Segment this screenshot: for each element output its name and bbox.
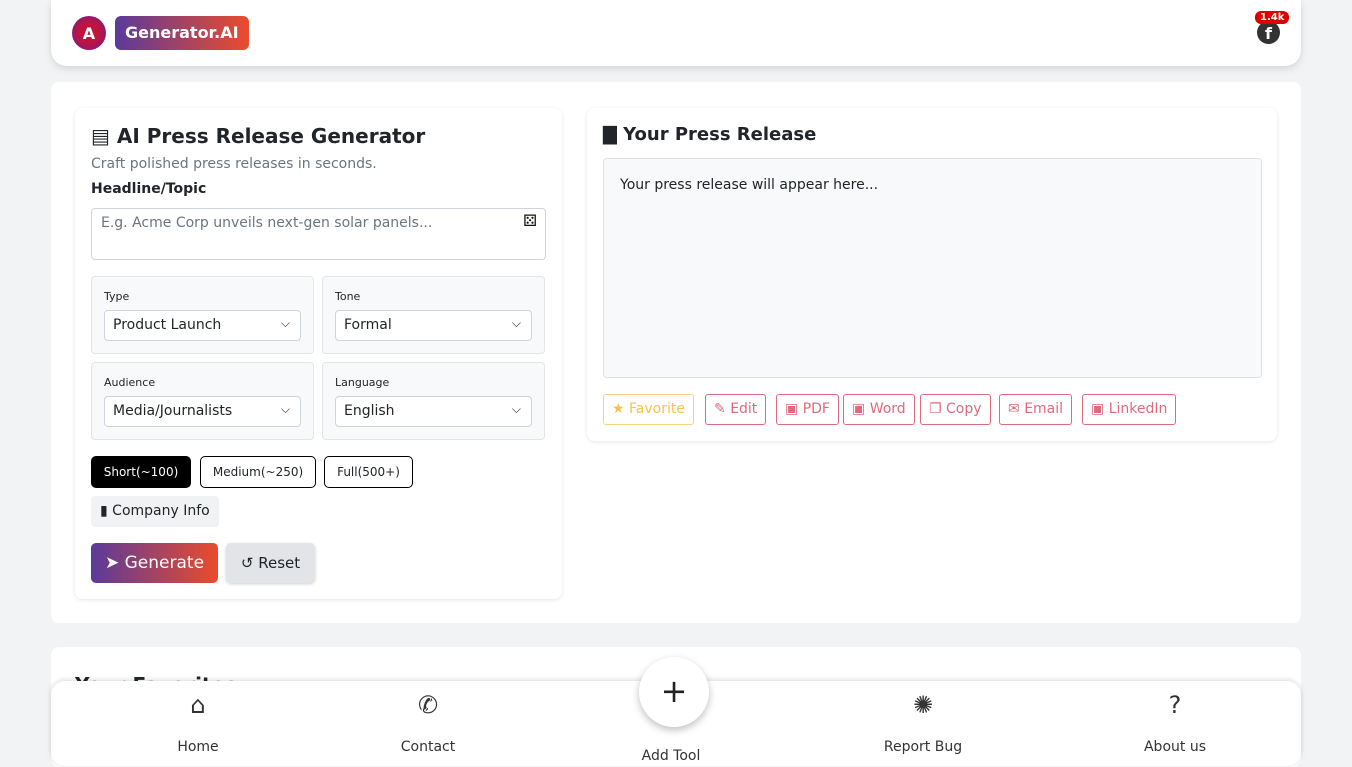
pdf-button[interactable]: ▣ PDF bbox=[776, 394, 839, 425]
tone-select[interactable]: Formal ⌵ bbox=[335, 310, 532, 341]
building-icon: ▮ bbox=[100, 503, 108, 519]
type-group: Type Product Launch ⌵ bbox=[91, 276, 314, 354]
audience-group: Audience Media/Journalists ⌵ bbox=[91, 362, 314, 440]
type-select[interactable]: Product Launch ⌵ bbox=[104, 310, 301, 341]
form-title: AI Press Release Generator bbox=[116, 124, 426, 148]
envelope-icon: ✉ bbox=[1008, 401, 1020, 417]
company-info-button[interactable]: ▮ Company Info bbox=[91, 496, 219, 527]
favorite-label: Favorite bbox=[629, 401, 685, 417]
paper-plane-icon: ➤ bbox=[104, 553, 120, 573]
word-icon: ▣ bbox=[852, 401, 866, 417]
pdf-icon: ▣ bbox=[785, 401, 799, 417]
dice-icon[interactable]: ⚄ bbox=[523, 211, 537, 230]
linkedin-icon: ▣ bbox=[1091, 401, 1105, 417]
favorite-button[interactable]: ★ Favorite bbox=[603, 394, 694, 425]
audience-label: Audience bbox=[104, 376, 156, 389]
phone-icon: ✆ bbox=[417, 691, 439, 719]
chevron-down-icon: ⌵ bbox=[511, 316, 521, 330]
linkedin-label: LinkedIn bbox=[1108, 401, 1168, 417]
output-title: Your Press Release bbox=[623, 124, 817, 145]
undo-icon: ↺ bbox=[240, 554, 254, 572]
language-value: English bbox=[344, 403, 395, 419]
email-button[interactable]: ✉ Email bbox=[999, 394, 1073, 425]
logo-icon[interactable]: A bbox=[72, 16, 106, 50]
output-placeholder: Your press release will appear here... bbox=[620, 177, 879, 193]
generator-form: ▤ AI Press Release Generator Craft polis… bbox=[75, 108, 562, 599]
generate-button[interactable]: ➤ Generate bbox=[91, 543, 218, 583]
pdf-label: PDF bbox=[802, 401, 830, 417]
output-area[interactable]: Your press release will appear here... bbox=[603, 158, 1262, 378]
company-info-label: Company Info bbox=[112, 503, 210, 519]
linkedin-button[interactable]: ▣ LinkedIn bbox=[1082, 394, 1177, 425]
add-tool-label: Add Tool bbox=[641, 748, 701, 764]
copy-label: Copy bbox=[946, 401, 982, 417]
bottom-nav: ⌂ Home ✆ Contact + Add Tool ✺ Report Bug ? A… bbox=[51, 657, 1301, 766]
nav-contact[interactable]: ✆ Contact bbox=[368, 691, 488, 755]
facebook-icon[interactable]: f bbox=[1257, 21, 1280, 44]
audience-value: Media/Journalists bbox=[113, 403, 233, 419]
audience-select[interactable]: Media/Journalists ⌵ bbox=[104, 396, 301, 427]
language-label: Language bbox=[335, 376, 390, 389]
bug-icon: ✺ bbox=[912, 691, 934, 719]
nav-report-bug[interactable]: ✺ Report Bug bbox=[863, 691, 983, 755]
generate-label: Generate bbox=[124, 553, 205, 573]
pencil-icon: ✎ bbox=[714, 401, 726, 417]
home-icon: ⌂ bbox=[190, 691, 206, 719]
brand-logo[interactable]: Generator.AI bbox=[115, 16, 249, 50]
question-icon: ? bbox=[1168, 691, 1182, 719]
length-short-button[interactable]: Short(~100) bbox=[91, 456, 191, 488]
tone-label: Tone bbox=[335, 290, 361, 303]
output-panel: ▇ Your Press Release Your press release … bbox=[587, 108, 1277, 441]
chevron-down-icon: ⌵ bbox=[280, 402, 290, 416]
edit-button[interactable]: ✎ Edit bbox=[705, 394, 767, 425]
nav-home-label: Home bbox=[177, 739, 219, 755]
nav-bug-label: Report Bug bbox=[883, 739, 963, 755]
chevron-down-icon: ⌵ bbox=[511, 402, 521, 416]
add-tool-button[interactable]: + bbox=[639, 657, 709, 727]
headline-label: Headline/Topic bbox=[91, 181, 207, 197]
nav-about-label: About us bbox=[1143, 739, 1206, 755]
length-medium-button[interactable]: Medium(~250) bbox=[200, 456, 316, 488]
email-label: Email bbox=[1024, 401, 1064, 417]
tone-group: Tone Formal ⌵ bbox=[322, 276, 545, 354]
plus-icon: + bbox=[660, 672, 688, 710]
main-panel: ▤ AI Press Release Generator Craft polis… bbox=[51, 82, 1301, 623]
word-button[interactable]: ▣ Word bbox=[843, 394, 915, 425]
type-label: Type bbox=[104, 290, 130, 303]
language-group: Language English ⌵ bbox=[322, 362, 545, 440]
copy-icon: ❐ bbox=[929, 401, 942, 417]
headline-placeholder: E.g. Acme Corp unveils next-gen solar pa… bbox=[101, 215, 433, 231]
reset-label: Reset bbox=[258, 554, 301, 572]
word-label: Word bbox=[869, 401, 906, 417]
nav-about[interactable]: ? About us bbox=[1115, 691, 1235, 755]
tone-value: Formal bbox=[344, 317, 392, 333]
facebook-count-badge: 1.4k bbox=[1255, 11, 1290, 24]
file-icon: ▇ bbox=[603, 124, 617, 145]
newspaper-icon: ▤ bbox=[91, 124, 110, 148]
copy-button[interactable]: ❐ Copy bbox=[920, 394, 991, 425]
header: A Generator.AI f 1.4k bbox=[51, 0, 1301, 66]
edit-label: Edit bbox=[730, 401, 758, 417]
nav-home[interactable]: ⌂ Home bbox=[138, 691, 258, 755]
star-icon: ★ bbox=[612, 401, 625, 417]
chevron-down-icon: ⌵ bbox=[280, 316, 290, 330]
form-subtitle: Craft polished press releases in seconds… bbox=[91, 156, 377, 172]
language-select[interactable]: English ⌵ bbox=[335, 396, 532, 427]
length-full-button[interactable]: Full(500+) bbox=[324, 456, 413, 488]
reset-button[interactable]: ↺ Reset bbox=[226, 543, 315, 583]
nav-contact-label: Contact bbox=[400, 739, 456, 755]
type-value: Product Launch bbox=[113, 317, 222, 333]
headline-input[interactable]: E.g. Acme Corp unveils next-gen solar pa… bbox=[91, 208, 546, 260]
